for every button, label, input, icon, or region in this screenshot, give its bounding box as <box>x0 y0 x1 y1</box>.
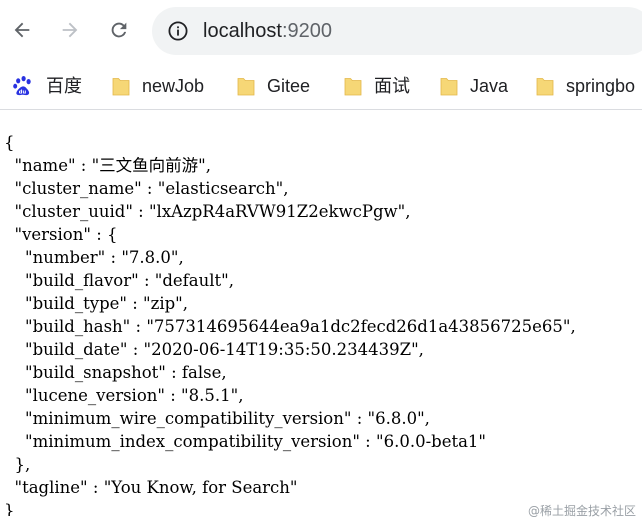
json-line: "build_hash" : "757314695644ea9a1dc2fecd… <box>4 317 576 336</box>
baidu-paw-icon: du <box>13 76 31 96</box>
json-line: "version" : { <box>4 225 118 244</box>
json-line: "build_snapshot" : false, <box>4 363 227 382</box>
json-line: "tagline" : "You Know, for Search" <box>4 478 298 497</box>
bookmark-folder-gitee[interactable]: Gitee <box>237 72 310 100</box>
arrow-left-icon <box>14 22 30 38</box>
bookmark-folder-java[interactable]: Java <box>440 72 508 100</box>
json-line: "build_type" : "zip", <box>4 294 188 313</box>
json-line: "number" : "7.8.0", <box>4 248 184 267</box>
url-port: :9200 <box>281 20 332 42</box>
json-line: "minimum_index_compatibility_version" : … <box>4 432 487 451</box>
json-line: "build_flavor" : "default", <box>4 271 234 290</box>
json-line: { <box>4 133 15 152</box>
bookmark-label: Gitee <box>267 76 311 96</box>
reload-button[interactable] <box>102 13 136 47</box>
bookmark-folder-springboot[interactable]: springbo <box>536 72 635 100</box>
folder-icon <box>536 78 554 96</box>
reload-icon <box>111 22 127 38</box>
url-host: localhost <box>203 20 282 42</box>
json-line: }, <box>4 455 31 474</box>
url-text[interactable]: localhost:9200 <box>203 19 332 43</box>
folder-icon <box>237 78 255 96</box>
bookmark-label: 百度 <box>46 76 82 96</box>
folder-icon <box>344 78 362 96</box>
json-line: "lucene_version" : "8.5.1", <box>4 386 244 405</box>
arrow-right-icon <box>62 22 78 38</box>
folder-icon <box>112 78 130 96</box>
bookmark-label: newJob <box>142 76 205 96</box>
address-bar[interactable]: localhost:9200 <box>152 7 642 55</box>
json-line: "name" : "三文鱼向前游", <box>4 156 212 175</box>
forward-button[interactable] <box>53 13 87 47</box>
info-icon[interactable] <box>168 21 188 41</box>
bookmark-label: 面试 <box>374 76 410 96</box>
browser-toolbar: localhost:9200 <box>0 0 642 62</box>
bookmark-label: springbo <box>566 76 636 96</box>
folder-icon <box>440 78 458 96</box>
watermark: @稀土掘金技术社区 <box>527 504 636 518</box>
bookmark-folder-newjob[interactable]: newJob <box>112 72 204 100</box>
back-button[interactable] <box>5 13 39 47</box>
bookmark-baidu[interactable]: du 百度 <box>12 72 82 100</box>
bookmarks-bar: du 百度 newJob Gitee 面试 Java springbo <box>0 62 642 110</box>
json-line: "minimum_wire_compatibility_version" : "… <box>4 409 430 428</box>
json-line: "cluster_uuid" : "lxAzpR4aRVW91Z2ekwcPgw… <box>4 202 411 221</box>
svg-text:du: du <box>19 90 27 96</box>
json-response: { "name" : "三文鱼向前游", "cluster_name" : "e… <box>4 131 640 516</box>
bookmark-label: Java <box>470 76 509 96</box>
bookmark-folder-interview[interactable]: 面试 <box>344 72 410 100</box>
json-line: "cluster_name" : "elasticsearch", <box>4 179 289 198</box>
json-line: "build_date" : "2020-06-14T19:35:50.2344… <box>4 340 424 359</box>
